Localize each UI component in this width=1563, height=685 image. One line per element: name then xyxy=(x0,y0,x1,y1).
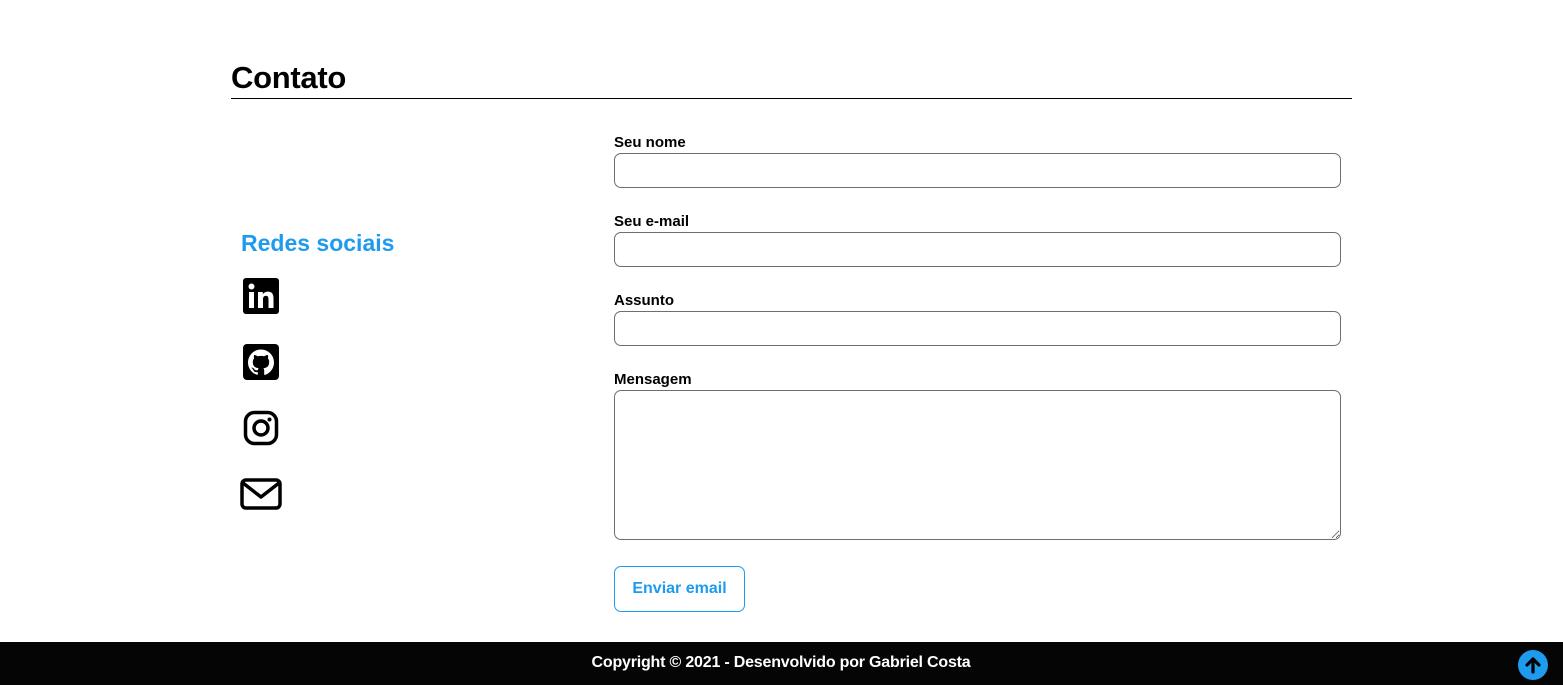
message-label: Mensagem xyxy=(614,371,692,388)
name-label: Seu nome xyxy=(614,134,686,151)
subject-label: Assunto xyxy=(614,292,674,309)
back-to-top-button[interactable] xyxy=(1518,650,1548,680)
title-divider xyxy=(231,98,1352,99)
page-title: Contato xyxy=(231,60,346,95)
social-heading: Redes sociais xyxy=(241,230,395,256)
footer: Copyright © 2021 - Desenvolvido por Gabr… xyxy=(0,642,1563,685)
arrow-up-circle-icon xyxy=(1525,657,1541,674)
mail-icon xyxy=(240,478,282,510)
footer-copyright: Copyright © 2021 - Desenvolvido por Gabr… xyxy=(591,654,971,671)
message-textarea[interactable] xyxy=(614,390,1341,540)
instagram-link[interactable] xyxy=(238,408,284,448)
github-link[interactable] xyxy=(238,342,284,382)
linkedin-link[interactable] xyxy=(238,276,284,316)
subject-input[interactable] xyxy=(614,311,1341,346)
email-input[interactable] xyxy=(614,232,1341,267)
email-link[interactable] xyxy=(238,474,284,514)
linkedin-icon xyxy=(243,278,279,314)
github-icon xyxy=(243,344,279,380)
email-label: Seu e-mail xyxy=(614,213,690,230)
contact-page: Contato Redes sociais Seu nome Seu e-mai… xyxy=(0,0,1563,685)
name-input[interactable] xyxy=(614,153,1341,188)
instagram-icon xyxy=(243,410,279,446)
send-email-button[interactable]: Enviar email xyxy=(614,566,745,612)
